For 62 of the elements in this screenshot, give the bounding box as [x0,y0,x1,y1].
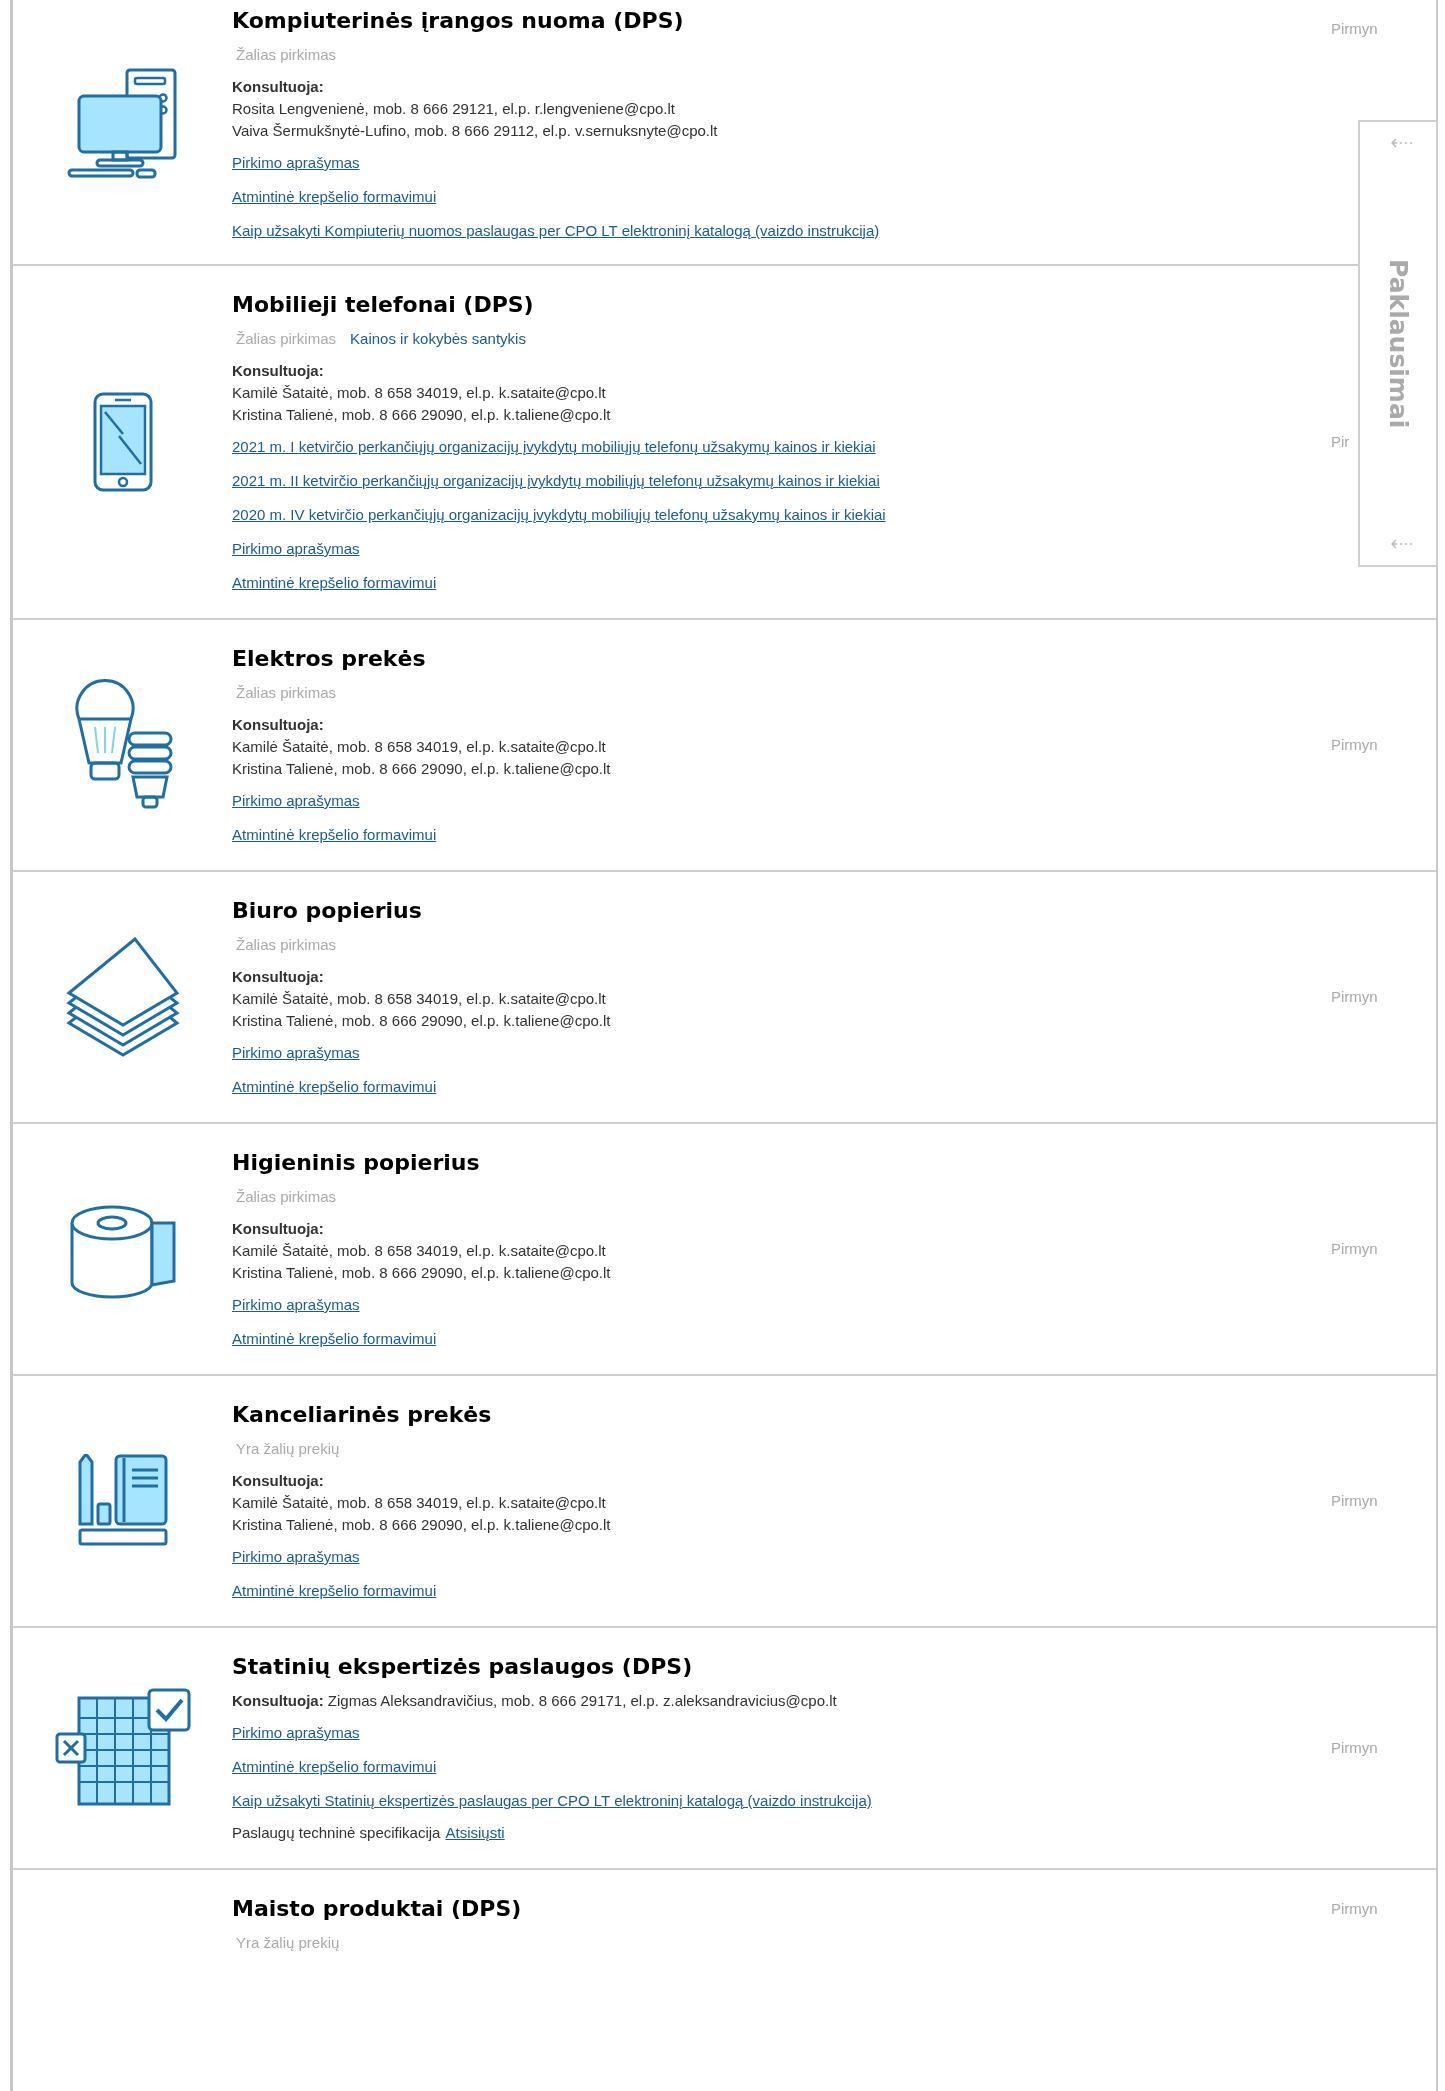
product-title: Statinių ekspertizės paslaugos (DPS) [232,1653,693,1681]
document-link[interactable]: Atmintinė krepšelio formavimui [232,186,437,208]
consultant-label: Konsultuoja: [232,1471,324,1491]
product-title: Elektros prekės [232,645,426,673]
arrow-left-icon [1391,138,1415,148]
document-link[interactable]: Pirkimo aprašymas [232,538,360,560]
product-tag: Žalias pirkimas [236,1186,337,1208]
product-tag: Žalias pirkimas [236,682,337,704]
consultant-contact: Kristina Talienė, mob. 8 666 29090, el.p. k.taliene@cpo.lt [232,1263,611,1283]
consultant-contact: Kamilė Šataitė, mob. 8 658 34019, el.p. k.sataite@cpo.lt [232,737,606,757]
phone-icon [92,392,153,492]
consultant-contact: Kristina Talienė, mob. 8 666 29090, el.p. k.taliene@cpo.lt [232,405,611,425]
consultant-contact: Kristina Talienė, mob. 8 666 29090, el.p. k.taliene@cpo.lt [232,1515,611,1535]
document-link[interactable]: 2020 m. IV ketvirčio perkančiųjų organizacijų įvykdytų mobiliųjų telefonų užsakymų kainos ir kiekiai [232,504,886,526]
product-tag: Žalias pirkimas [236,934,337,956]
consultant-label: Konsultuoja: [232,77,324,97]
consultant-contact: Rosita Lengvenienė, mob. 8 666 29121, el.p. r.lengveniene@cpo.lt [232,99,676,119]
document-link[interactable]: Pirkimo aprašymas [232,1042,360,1064]
product-title: Higieninis popierius [232,1149,480,1177]
specification-text: Paslaugų techninė specifikacija [232,1823,441,1843]
document-link[interactable]: Pirkimo aprašymas [232,790,360,812]
product-tag: Yra žalių prekių [236,1932,340,1954]
consultant-contact: Kamilė Šataitė, mob. 8 658 34019, el.p. k.sataite@cpo.lt [232,1493,606,1513]
product-tag: Yra žalių prekių [236,1438,340,1460]
product-tag: Žalias pirkimas [236,328,337,350]
consultant-contact: Kamilė Šataitė, mob. 8 658 34019, el.p. k.sataite@cpo.lt [232,1241,606,1261]
consultant-label: Konsultuoja: [232,967,324,987]
consultant-contact: Kamilė Šataitė, mob. 8 658 34019, el.p. k.sataite@cpo.lt [232,989,606,1009]
document-link[interactable]: Pirkimo aprašymas [232,152,360,174]
consultant-contact: Kamilė Šataitė, mob. 8 658 34019, el.p. k.sataite@cpo.lt [232,383,606,403]
consultant-contact: Kristina Talienė, mob. 8 666 29090, el.p. k.taliene@cpo.lt [232,1011,611,1031]
document-link[interactable]: Atmintinė krepšelio formavimui [232,1076,437,1098]
document-link[interactable]: Pirkimo aprašymas [232,1294,360,1316]
panel-label: Paklausimai [1383,258,1413,429]
product-title: Kanceliarinės prekės [232,1401,492,1429]
download-link[interactable]: Atsisiųsti [445,1822,505,1844]
document-link[interactable]: 2021 m. II ketvirčio perkančiųjų organizacijų įvykdytų mobiliųjų telefonų užsakymų kainos ir kiekiai [232,470,880,492]
document-link[interactable]: Atmintinė krepšelio formavimui [232,824,437,846]
arrow-left-icon [1391,539,1415,549]
consultant-label: Konsultuoja: [232,361,324,381]
document-link[interactable]: 2021 m. I ketvirčio perkančiųjų organizacijų įvykdytų mobiliųjų telefonų užsakymų kainos ir kiekiai [232,436,876,458]
product-title: Kompiuterinės įrangos nuoma (DPS) [232,7,684,35]
consultant-label: Konsultuoja: [232,715,324,735]
document-link[interactable]: Atmintinė krepšelio formavimui [232,572,437,594]
stationery-icon [77,1454,168,1548]
document-link[interactable]: Pirkimo aprašymas [232,1722,360,1744]
product-tag: Žalias pirkimas [236,44,337,66]
product-title: Mobilieji telefonai (DPS) [232,291,534,319]
product-tag: Kainos ir kokybės santykis [350,328,526,350]
product-title: Biuro popierius [232,897,422,925]
consultant-contact: Kristina Talienė, mob. 8 666 29090, el.p. k.taliene@cpo.lt [232,759,611,779]
document-link[interactable]: Atmintinė krepšelio formavimui [232,1756,437,1778]
document-link[interactable]: Pirkimo aprašymas [232,1546,360,1568]
consultant-contact: Konsultuoja: Zigmas Aleksandravičius, mob. 8 666 29171, el.p. z.aleksandravicius@cpo.lt [232,1691,837,1711]
document-link[interactable]: Kaip užsakyti Kompiuterių nuomos paslaugas per CPO LT elektroninį katalogą (vaizdo instrukcija) [232,220,880,242]
document-link[interactable]: Kaip užsakyti Statinių ekspertizės paslaugas per CPO LT elektroninį katalogą (vaizdo instrukcija) [232,1790,872,1812]
product-title: Maisto produktai (DPS) [232,1895,522,1923]
document-link[interactable]: Atmintinė krepšelio formavimui [232,1328,437,1350]
consultant-contact: Vaiva Šermukšnytė-Lufino, mob. 8 666 29112, el.p. v.sernuksnyte@cpo.lt [232,121,718,141]
consultant-label: Konsultuoja: [232,1219,324,1239]
document-link[interactable]: Atmintinė krepšelio formavimui [232,1580,437,1602]
paper-stack-icon [64,937,181,1057]
